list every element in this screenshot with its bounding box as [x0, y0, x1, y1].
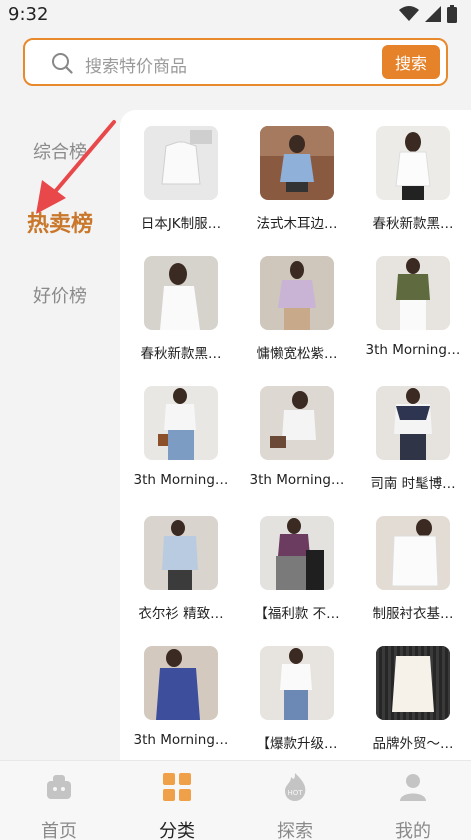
wifi-icon — [399, 6, 419, 21]
product-image[interactable] — [260, 646, 334, 720]
product-image[interactable] — [144, 646, 218, 720]
product-grid: 日本JK制服… 法式木耳边… 春秋新款黑… 春秋新款黑… 慵懒宽松紫… 3th … — [120, 110, 471, 760]
product-card[interactable]: 春秋新款黑… — [126, 256, 236, 362]
product-card[interactable]: 日本JK制服… — [126, 126, 236, 232]
product-title: 3th Morning… — [133, 472, 229, 488]
product-card[interactable]: 春秋新款黑… — [358, 126, 468, 232]
product-title: 春秋新款黑… — [372, 216, 454, 232]
search-icon — [52, 53, 73, 74]
product-card[interactable]: 制服衬衣基… — [358, 516, 468, 622]
nav-label: 分类 — [159, 821, 195, 840]
product-title: 法式木耳边… — [256, 216, 338, 232]
category-grid-icon — [163, 773, 191, 801]
product-title: 3th Morning… — [249, 472, 345, 488]
search-input[interactable]: 搜索特价商品 — [85, 52, 187, 77]
profile-icon — [400, 774, 426, 801]
product-image[interactable] — [376, 126, 450, 200]
sidebar-item-good-price[interactable]: 好价榜 — [0, 282, 120, 308]
product-image[interactable] — [376, 646, 450, 720]
product-title: 3th Morning… — [365, 342, 461, 358]
sidebar-item-comprehensive[interactable]: 综合榜 — [0, 138, 120, 164]
product-image[interactable] — [260, 386, 334, 460]
product-title: 【爆款升级… — [256, 736, 338, 752]
nav-item-home[interactable]: 首页 — [0, 771, 118, 840]
product-image[interactable] — [376, 516, 450, 590]
product-image[interactable] — [144, 516, 218, 590]
product-image[interactable] — [144, 256, 218, 330]
battery-icon — [447, 5, 457, 23]
product-card[interactable]: 【福利款 不… — [242, 516, 352, 622]
product-card[interactable]: 3th Morning… — [242, 386, 352, 488]
product-card[interactable]: 【爆款升级… — [242, 646, 352, 752]
product-image[interactable] — [144, 126, 218, 200]
product-card[interactable]: 3th Morning… — [358, 256, 468, 358]
cellular-signal-icon — [425, 6, 441, 22]
product-image[interactable] — [260, 256, 334, 330]
svg-text:HOT: HOT — [287, 789, 303, 797]
product-title: 3th Morning… — [133, 732, 229, 748]
product-card[interactable]: 司南 时髦博… — [358, 386, 468, 492]
product-title: 慵懒宽松紫… — [256, 346, 338, 362]
product-image[interactable] — [260, 516, 334, 590]
product-title: 司南 时髦博… — [370, 476, 456, 492]
product-title: 日本JK制服… — [140, 216, 222, 232]
nav-label: 首页 — [41, 821, 77, 840]
product-image[interactable] — [260, 126, 334, 200]
nav-label: 我的 — [395, 821, 431, 840]
product-title: 品牌外贸〜… — [372, 736, 454, 752]
nav-label: 探索 — [277, 821, 313, 840]
product-card[interactable]: 法式木耳边… — [242, 126, 352, 232]
ranking-sidebar: 综合榜 热卖榜 好价榜 — [0, 110, 120, 760]
home-icon — [47, 775, 71, 799]
status-icons — [399, 5, 457, 23]
product-card[interactable]: 3th Morning… — [126, 386, 236, 488]
search-button[interactable]: 搜索 — [382, 45, 440, 79]
sidebar-item-hot-sale[interactable]: 热卖榜 — [0, 206, 120, 238]
product-title: 【福利款 不… — [254, 606, 340, 622]
product-card[interactable]: 衣尔衫 精致… — [126, 516, 236, 622]
nav-item-explore[interactable]: HOT 探索 — [236, 771, 354, 840]
nav-item-profile[interactable]: 我的 — [354, 771, 471, 840]
product-title: 衣尔衫 精致… — [138, 606, 224, 622]
product-image[interactable] — [144, 386, 218, 460]
status-time: 9:32 — [8, 3, 49, 25]
product-image[interactable] — [376, 386, 450, 460]
status-bar: 9:32 — [0, 0, 471, 28]
bottom-navigation: 首页 分类 HOT 探索 我的 — [0, 760, 471, 840]
hot-flame-icon: HOT — [285, 773, 306, 801]
nav-item-category[interactable]: 分类 — [118, 771, 236, 840]
product-card[interactable]: 品牌外贸〜… — [358, 646, 468, 752]
product-card[interactable]: 慵懒宽松紫… — [242, 256, 352, 362]
product-card[interactable]: 3th Morning… — [126, 646, 236, 748]
product-title: 制服衬衣基… — [372, 606, 454, 622]
search-box[interactable]: 搜索特价商品 搜索 — [23, 38, 448, 86]
product-title: 春秋新款黑… — [140, 346, 222, 362]
product-image[interactable] — [376, 256, 450, 330]
